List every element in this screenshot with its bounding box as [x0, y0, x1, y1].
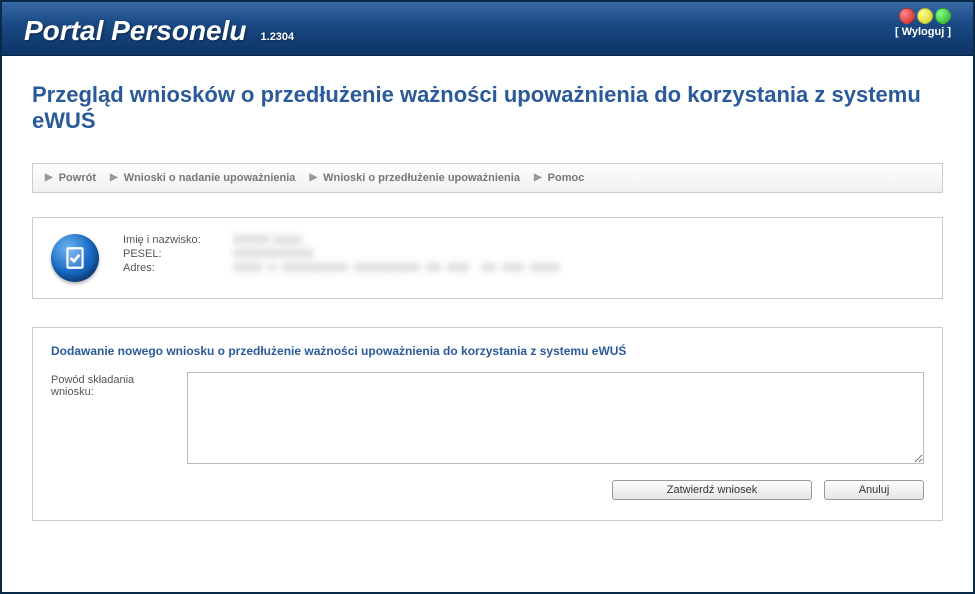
- new-request-form: Dodawanie nowego wniosku o przedłużenie …: [32, 327, 943, 521]
- nav-item-grant-requests[interactable]: ▶ Wnioski o nadanie upoważnienia: [110, 172, 295, 184]
- user-info-fields: Imię i nazwisko: XXXXX Xxxxx PESEL: XXXX…: [123, 234, 559, 274]
- nav-item-label: Powrót: [59, 172, 96, 184]
- nav-item-label: Wnioski o nadanie upoważnienia: [124, 172, 296, 184]
- reason-textarea[interactable]: [187, 372, 924, 464]
- status-balls-icon: [899, 8, 951, 24]
- nav-item-label: Pomoc: [548, 172, 585, 184]
- address-value: XXXX X XXXXXXXXX XXXXXXXXX XX XXX XX XXX…: [233, 262, 559, 274]
- nav-item-extend-requests[interactable]: ▶ Wnioski o przedłużenie upoważnienia: [309, 172, 520, 184]
- app-version: 1.2304: [261, 31, 295, 43]
- app-title: Portal Personelu: [24, 15, 247, 47]
- chevron-right-icon: ▶: [45, 172, 53, 183]
- page-title: Przegląd wniosków o przedłużenie ważnośc…: [32, 82, 943, 135]
- pesel-value: XXXXXXXXXXX: [233, 248, 559, 260]
- document-check-icon: [51, 234, 99, 282]
- user-info-panel: Imię i nazwisko: XXXXX Xxxxx PESEL: XXXX…: [32, 217, 943, 299]
- nav-bar: ▶ Powrót ▶ Wnioski o nadanie upoważnieni…: [32, 163, 943, 193]
- form-buttons: Zatwierdź wniosek Anuluj: [51, 480, 924, 500]
- form-title: Dodawanie nowego wniosku o przedłużenie …: [51, 344, 924, 358]
- pesel-label: PESEL:: [123, 248, 233, 260]
- logout-link[interactable]: [ Wyloguj ]: [895, 26, 951, 38]
- nav-item-help[interactable]: ▶ Pomoc: [534, 172, 584, 184]
- nav-item-label: Wnioski o przedłużenie upoważnienia: [323, 172, 520, 184]
- name-label: Imię i nazwisko:: [123, 234, 233, 246]
- reason-label: Powód składania wniosku:: [51, 372, 171, 398]
- chevron-right-icon: ▶: [534, 172, 542, 183]
- address-label: Adres:: [123, 262, 233, 274]
- content-area: Przegląd wniosków o przedłużenie ważnośc…: [2, 56, 973, 547]
- nav-item-back[interactable]: ▶ Powrót: [45, 172, 96, 184]
- chevron-right-icon: ▶: [309, 172, 317, 183]
- cancel-button[interactable]: Anuluj: [824, 480, 924, 500]
- app-header: Portal Personelu 1.2304 [ Wyloguj ]: [2, 2, 973, 56]
- name-value: XXXXX Xxxxx: [233, 234, 559, 246]
- chevron-right-icon: ▶: [110, 172, 118, 183]
- form-row-reason: Powód składania wniosku:: [51, 372, 924, 464]
- submit-button[interactable]: Zatwierdź wniosek: [612, 480, 812, 500]
- header-right: [ Wyloguj ]: [895, 8, 951, 38]
